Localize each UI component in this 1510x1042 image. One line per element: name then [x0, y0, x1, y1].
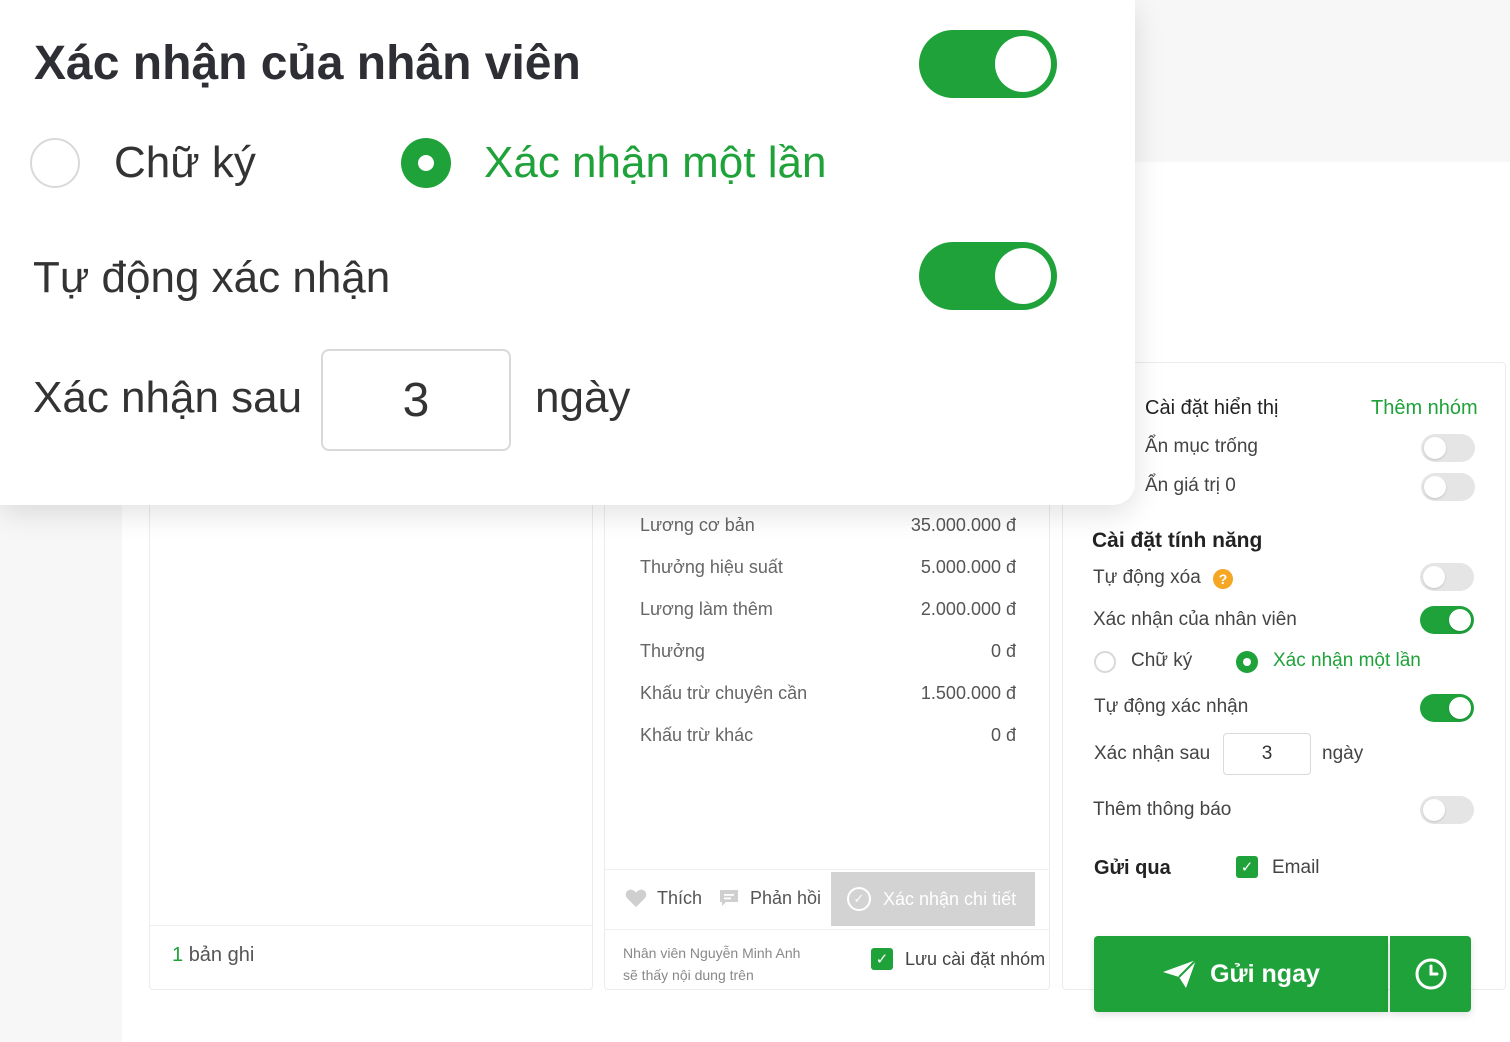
zoom-confirm-after-label: Xác nhận sau [33, 373, 303, 422]
zoomed-confirmation-settings: Xác nhận của nhân viên Chữ ký Xác nhận m… [0, 0, 1135, 505]
signature-label: Chữ ký [1131, 650, 1193, 671]
comment-icon [718, 888, 740, 908]
zoom-one-time-label: Xác nhận một lần [484, 138, 827, 187]
send-now-button[interactable]: Gửi ngay [1094, 936, 1388, 1012]
record-count: 1 bản ghi [172, 944, 254, 967]
email-label: Email [1272, 857, 1320, 878]
payslip-row-label: Lương làm thêm [640, 599, 773, 619]
check-circle-icon: ✓ [847, 887, 871, 911]
save-group-checkbox[interactable]: ✓ [871, 948, 893, 970]
payslip-row: Lương làm thêm 2.000.000 đ [640, 599, 1016, 629]
clock-icon [1415, 958, 1446, 990]
zoom-signature-label: Chữ ký [114, 138, 256, 187]
payslip-row: Thưởng hiệu suất 5.000.000 đ [640, 557, 1016, 587]
visibility-notice: Nhân viên Nguyễn Minh Anh sẽ thấy nội du… [623, 942, 800, 986]
add-notice-toggle[interactable] [1420, 796, 1474, 824]
confirm-detail-button[interactable]: ✓ Xác nhận chi tiết [831, 872, 1035, 926]
feature-settings-heading: Cài đặt tính năng [1092, 529, 1263, 552]
hide-empty-toggle[interactable] [1421, 434, 1475, 462]
auto-delete-toggle[interactable] [1420, 563, 1474, 591]
notice-line-1: Nhân viên Nguyễn Minh Anh [623, 945, 801, 961]
send-now-label: Gửi ngay [1210, 959, 1320, 988]
payslip-preview-panel: Lương cơ bản 35.000.000 đ Thưởng hiệu su… [604, 430, 1050, 990]
zoom-confirm-after-days-input[interactable]: 3 [321, 349, 511, 451]
hide-empty-label: Ẩn mục trống [1145, 436, 1258, 457]
top-right-area [1135, 0, 1510, 162]
record-count-number: 1 [172, 944, 184, 966]
payslip-row-value: 2.000.000 đ [920, 599, 1016, 619]
zoom-employee-confirm-label: Xác nhận của nhân viên [34, 37, 581, 90]
heart-icon [625, 888, 647, 908]
payslip-action-bar: Thích Phản hồi ✓ Xác nhận chi tiết [605, 869, 1049, 927]
payslip-row: Khấu trừ khác 0 đ [640, 725, 1016, 755]
zoom-days-label: ngày [535, 373, 631, 422]
save-group-settings[interactable]: ✓ Lưu cài đặt nhóm [871, 948, 1045, 970]
one-time-radio[interactable] [1236, 651, 1258, 673]
payslip-row-label: Thưởng hiệu suất [640, 557, 783, 577]
zoom-employee-confirm-toggle[interactable] [919, 30, 1057, 98]
payslip-row-value: 1.500.000 đ [920, 683, 1016, 703]
hide-zero-toggle[interactable] [1421, 473, 1475, 501]
payslip-row: Thưởng 0 đ [640, 641, 1016, 671]
auto-delete-label: Tự động xóa [1093, 567, 1201, 588]
payslip-footer: Nhân viên Nguyễn Minh Anh sẽ thấy nội du… [605, 929, 1049, 989]
payslip-row-value: 0 đ [990, 641, 1016, 661]
display-settings-heading: Cài đặt hiển thị [1145, 397, 1279, 419]
save-group-label: Lưu cài đặt nhóm [905, 948, 1046, 969]
auto-confirm-toggle[interactable] [1420, 694, 1474, 722]
record-list-panel: 1 bản ghi [149, 430, 593, 990]
add-notice-label: Thêm thông báo [1093, 799, 1232, 820]
employee-confirm-toggle[interactable] [1420, 606, 1474, 634]
confirm-after-days-input[interactable]: 3 [1223, 733, 1311, 775]
one-time-label: Xác nhận một lần [1273, 650, 1421, 671]
record-count-suffix: bản ghi [188, 944, 255, 966]
payslip-row-value: 0 đ [990, 725, 1016, 745]
like-label: Thích [657, 887, 703, 908]
payslip-row-label: Lương cơ bản [640, 515, 755, 535]
employee-confirm-label: Xác nhận của nhân viên [1093, 609, 1297, 630]
reply-button[interactable]: Phản hồi [718, 870, 821, 926]
list-footer: 1 bản ghi [150, 925, 592, 989]
payslip-row-label: Thưởng [640, 641, 705, 661]
zoom-one-time-radio[interactable] [401, 138, 451, 188]
schedule-send-button[interactable] [1390, 936, 1471, 1012]
payslip-row: Lương cơ bản 35.000.000 đ [640, 515, 1016, 545]
email-check-icon: ✓ [1236, 856, 1258, 878]
days-label: ngày [1322, 743, 1364, 764]
zoom-signature-radio[interactable] [30, 138, 80, 188]
payslip-row-label: Khấu trừ khác [640, 725, 754, 745]
payslip-row-label: Khấu trừ chuyên cần [640, 683, 808, 703]
zoom-auto-confirm-toggle[interactable] [919, 242, 1057, 310]
notice-line-2: sẽ thấy nội dung trên [623, 967, 754, 983]
hide-zero-label: Ẩn giá trị 0 [1145, 475, 1236, 496]
paper-plane-icon [1163, 959, 1197, 988]
email-checkbox[interactable]: ✓ [1236, 856, 1258, 878]
help-icon[interactable]: ? [1213, 569, 1233, 589]
signature-radio[interactable] [1094, 651, 1116, 673]
add-group-link[interactable]: Thêm nhóm [1371, 397, 1478, 420]
zoom-auto-confirm-label: Tự động xác nhận [33, 253, 391, 302]
confirm-after-label: Xác nhận sau [1094, 743, 1211, 764]
payslip-row: Khấu trừ chuyên cần 1.500.000 đ [640, 683, 1016, 713]
like-button[interactable]: Thích [625, 870, 702, 926]
payslip-row-value: 35.000.000 đ [910, 515, 1016, 535]
confirm-detail-label: Xác nhận chi tiết [883, 888, 1017, 909]
send-via-label: Gửi qua [1094, 857, 1171, 879]
reply-label: Phản hồi [750, 887, 822, 908]
auto-confirm-label: Tự động xác nhận [1094, 696, 1249, 717]
payslip-row-value: 5.000.000 đ [920, 557, 1016, 577]
